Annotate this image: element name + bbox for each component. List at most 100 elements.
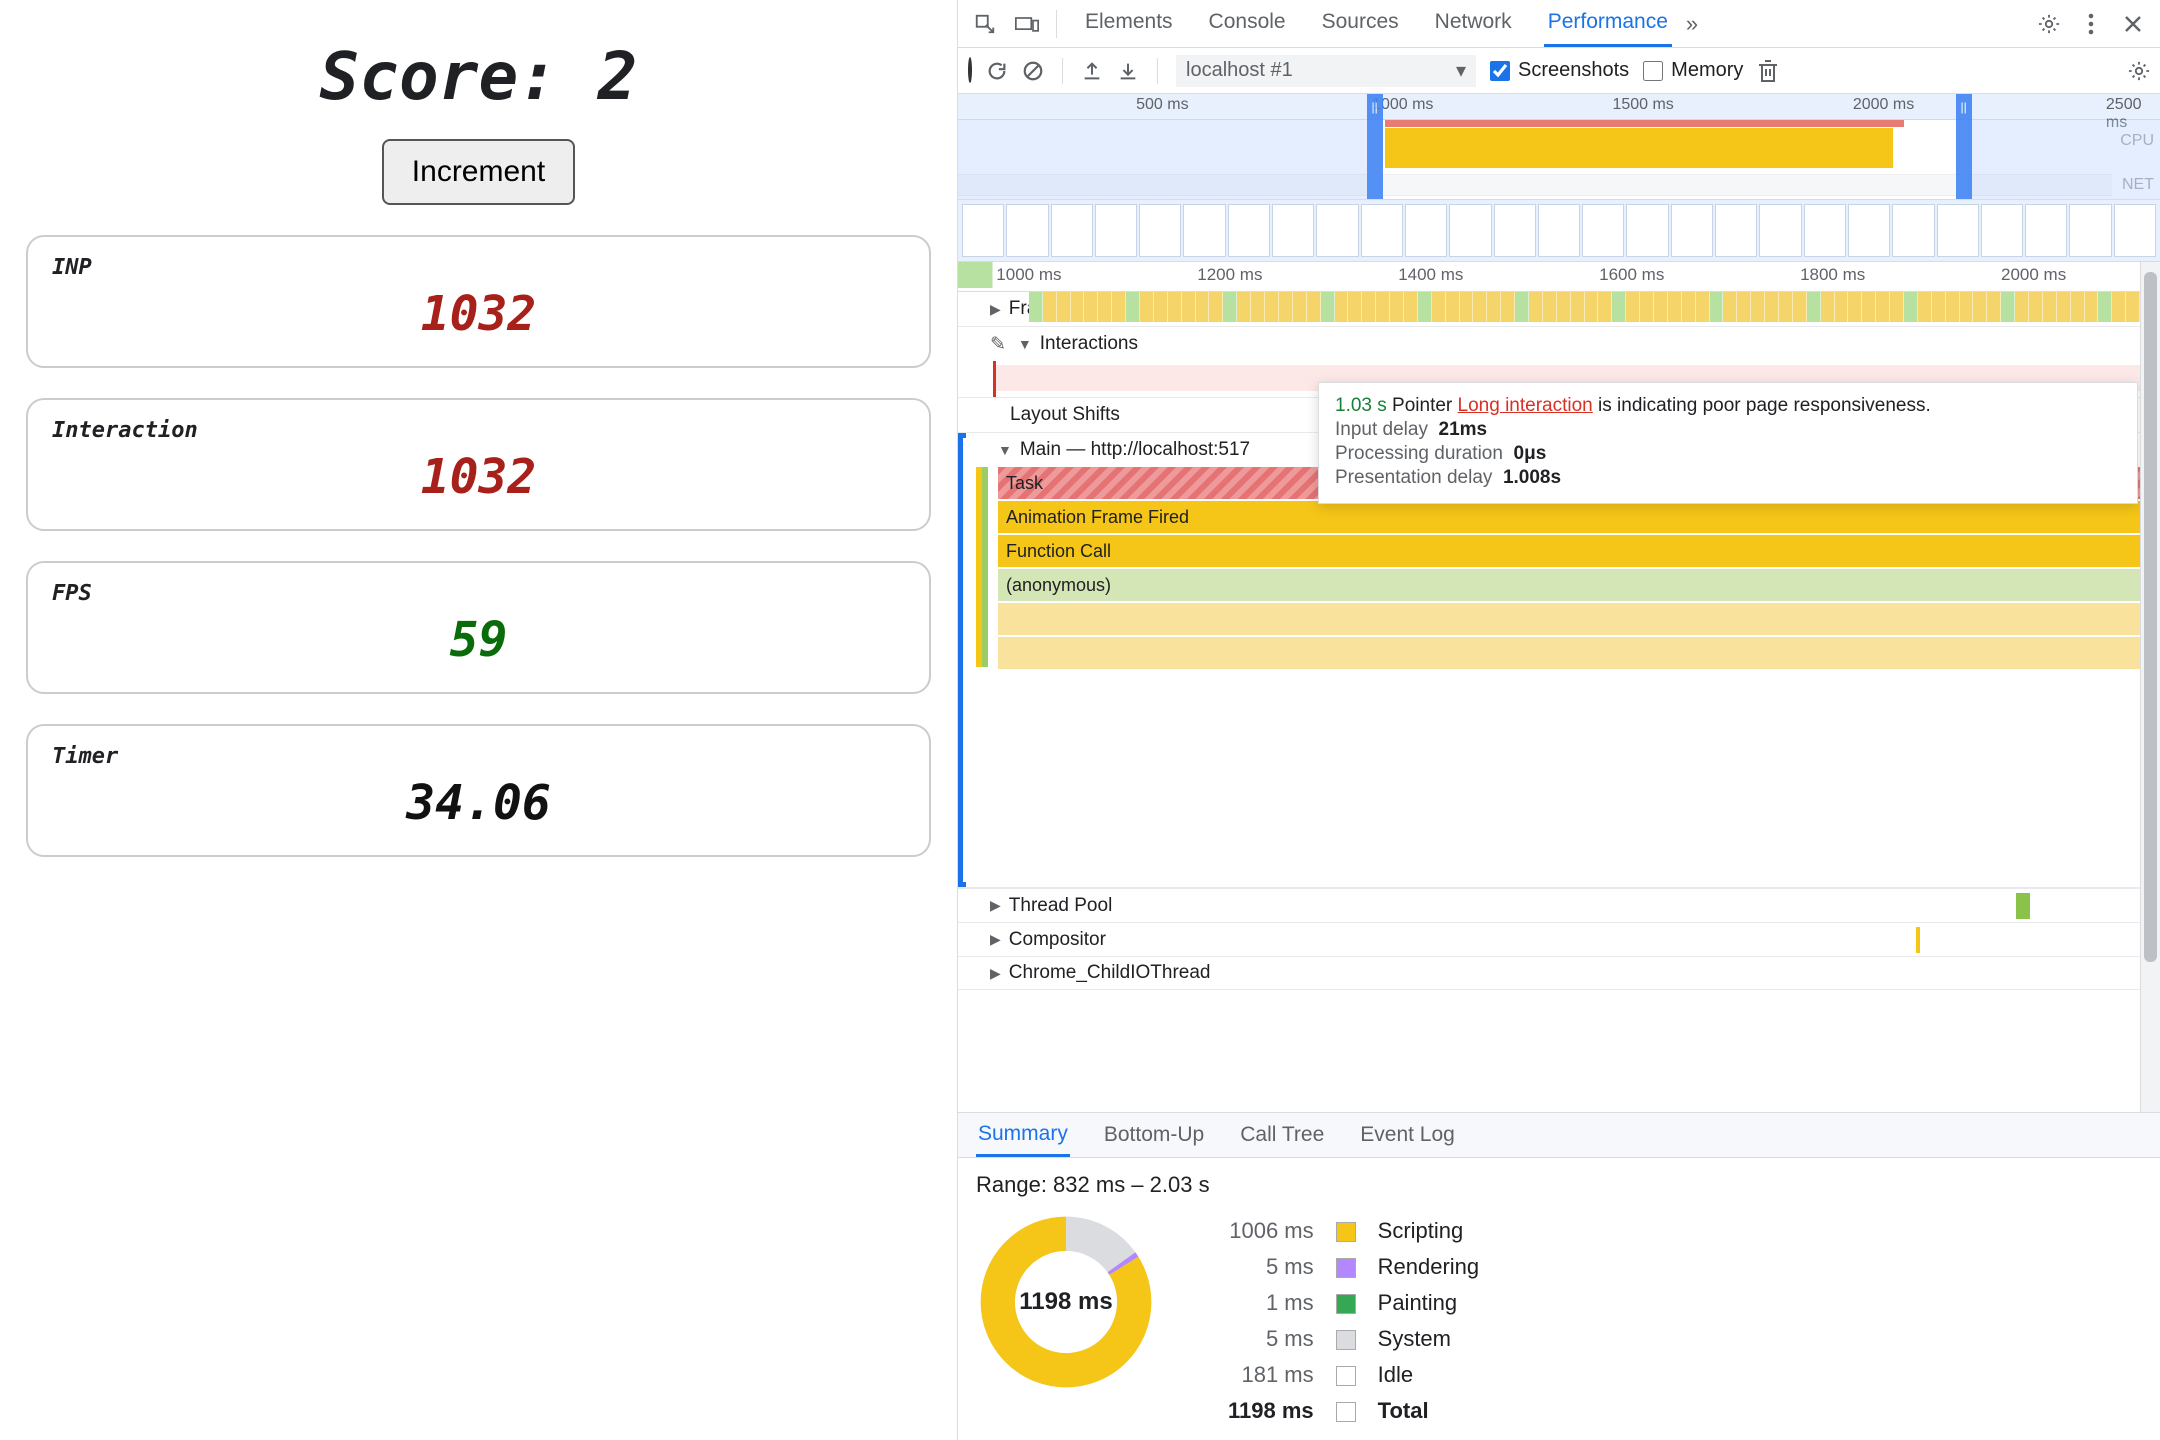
context-select-value: localhost #1 [1186, 59, 1293, 82]
screenshots-checkbox-input[interactable] [1490, 61, 1510, 81]
legend-row: 5 msSystem [1218, 1322, 1489, 1356]
flame-bar[interactable] [998, 603, 2140, 635]
inspect-icon[interactable] [966, 5, 1004, 43]
chevron-right-icon: ▶ [990, 965, 1001, 982]
interaction-tooltip: 1.03 s Pointer Long interaction is indic… [1318, 382, 2138, 504]
tab-event-log[interactable]: Event Log [1358, 1115, 1457, 1155]
lane-label: Chrome_ChildIOThread [1009, 962, 1211, 984]
screenshot-filmstrip[interactable] [958, 200, 2160, 262]
close-devtools-icon[interactable] [2114, 5, 2152, 43]
screenshots-label: Screenshots [1518, 59, 1629, 82]
chevron-right-icon: ▶ [990, 897, 1001, 914]
donut-center: 1198 ms [976, 1212, 1156, 1392]
flame-animation-frame[interactable]: Animation Frame Fired [998, 501, 2140, 533]
flame-function-call[interactable]: Function Call [998, 535, 2140, 567]
tab-bottom-up[interactable]: Bottom-Up [1102, 1115, 1206, 1155]
clear-icon[interactable] [1022, 60, 1044, 82]
chevron-down-icon: ▾ [1456, 58, 1466, 83]
lane-label-interactions: Interactions [1040, 333, 1138, 355]
chevron-down-icon: ▼ [998, 442, 1012, 458]
lane-child-io[interactable]: ▶ Chrome_ChildIOThread [958, 956, 2140, 990]
download-icon[interactable] [1117, 60, 1139, 82]
ov-tick: 2000 ms [1853, 96, 1914, 114]
upload-icon[interactable] [1081, 60, 1103, 82]
score-prefix: Score: [320, 38, 598, 115]
app-panel: Score: 2 Increment INP 1032 Interaction … [0, 0, 957, 1440]
score-value: 2 [598, 38, 638, 115]
memory-checkbox-input[interactable] [1643, 61, 1663, 81]
lane-label: Compositor [1009, 929, 1106, 951]
tooltip-link[interactable]: Long interaction [1458, 395, 1593, 416]
lane-compositor[interactable]: ▶ Compositor [958, 922, 2140, 956]
ov-tick: 500 ms [1136, 96, 1188, 114]
devtools-tabs: Elements Console Sources Network Perform… [1081, 0, 1672, 47]
metric-timer: Timer 34.06 [26, 724, 931, 857]
settings-gear-icon[interactable] [2030, 5, 2068, 43]
metric-interaction: Interaction 1032 [26, 398, 931, 531]
context-select[interactable]: localhost #1 ▾ [1176, 55, 1476, 87]
overview-handle-right[interactable]: || [1956, 94, 1972, 199]
legend-row: 5 msRendering [1218, 1250, 1489, 1284]
more-tabs-icon[interactable]: » [1686, 11, 1690, 37]
lane-label-main: Main — http://localhost:517 [1020, 439, 1250, 461]
legend-total: 1198 msTotal [1218, 1394, 1489, 1428]
reload-icon[interactable] [986, 60, 1008, 82]
tab-elements[interactable]: Elements [1081, 0, 1177, 47]
metric-fps: FPS 59 [26, 561, 931, 694]
summary-legend: 1006 msScripting 5 msRendering 1 msPaint… [1216, 1212, 1491, 1430]
tab-network[interactable]: Network [1431, 0, 1516, 47]
metric-value-timer: 34.06 [52, 775, 905, 831]
metric-value-inp: 1032 [52, 286, 905, 342]
ov-tick: 1500 ms [1612, 96, 1673, 114]
score-title: Score: 2 [26, 38, 931, 115]
tooltip-ptr: Pointer [1392, 395, 1452, 416]
chevron-down-icon: ▼ [1018, 336, 1032, 352]
increment-button[interactable]: Increment [382, 139, 575, 205]
tab-console[interactable]: Console [1205, 0, 1290, 47]
metric-label-inp: INP [52, 255, 905, 280]
metric-inp: INP 1032 [26, 235, 931, 368]
tab-performance[interactable]: Performance [1544, 0, 1672, 47]
screenshots-checkbox[interactable]: Screenshots [1490, 59, 1629, 82]
tooltip-duration: 1.03 s [1335, 395, 1387, 416]
devtools-panel: Elements Console Sources Network Perform… [957, 0, 2160, 1440]
flame-scrollbar[interactable] [2140, 262, 2160, 1112]
flame-anonymous[interactable]: (anonymous) [998, 569, 2140, 601]
tab-call-tree[interactable]: Call Tree [1238, 1115, 1326, 1155]
overview-minimap[interactable]: 500 ms 1000 ms 1500 ms 2000 ms 2500 ms C… [958, 94, 2160, 200]
metric-label-interaction: Interaction [52, 418, 905, 443]
perf-settings-gear-icon[interactable] [2128, 60, 2150, 82]
summary-range: Range: 832 ms – 2.03 s [976, 1172, 2142, 1198]
devtools-tabbar: Elements Console Sources Network Perform… [958, 0, 2160, 48]
memory-label: Memory [1671, 59, 1743, 82]
pencil-icon: ✎ [990, 333, 1006, 356]
summary-panel: Range: 832 ms – 2.03 s 1198 ms 1006 msSc… [958, 1158, 2160, 1440]
gc-icon[interactable] [1757, 59, 1779, 83]
overview-handle-left[interactable]: || [1367, 94, 1383, 199]
legend-row: 1 msPainting [1218, 1286, 1489, 1320]
lane-label: Thread Pool [1009, 895, 1113, 917]
metric-label-timer: Timer [52, 744, 905, 769]
flamechart-area: 1000 ms 1200 ms 1400 ms 1600 ms 1800 ms … [958, 262, 2160, 1112]
legend-row: 1006 msScripting [1218, 1214, 1489, 1248]
metric-value-interaction: 1032 [52, 449, 905, 505]
summary-donut: 1198 ms [976, 1212, 1156, 1392]
metric-value-fps: 59 [52, 612, 905, 668]
device-icon[interactable] [1008, 5, 1046, 43]
tooltip-tail: is indicating poor page responsiveness. [1598, 395, 1931, 416]
tab-sources[interactable]: Sources [1318, 0, 1403, 47]
summary-tabs: Summary Bottom-Up Call Tree Event Log [958, 1112, 2160, 1158]
tab-summary[interactable]: Summary [976, 1114, 1070, 1157]
perf-toolbar: localhost #1 ▾ Screenshots Memory [958, 48, 2160, 94]
chevron-right-icon: ▶ [990, 931, 1001, 948]
record-icon[interactable] [968, 59, 972, 82]
lane-thread-pool[interactable]: ▶ Thread Pool [958, 888, 2140, 922]
memory-checkbox[interactable]: Memory [1643, 59, 1743, 82]
lane-frames[interactable]: /* placeholder for SSR-less */ ▶ Frames [958, 292, 2140, 327]
kebab-menu-icon[interactable] [2072, 5, 2110, 43]
chevron-right-icon: ▶ [990, 301, 1001, 318]
flame-bar[interactable] [998, 637, 2140, 669]
legend-row: 181 msIdle [1218, 1358, 1489, 1392]
overview-ruler: 500 ms 1000 ms 1500 ms 2000 ms 2500 ms [958, 94, 2160, 120]
metric-label-fps: FPS [52, 581, 905, 606]
